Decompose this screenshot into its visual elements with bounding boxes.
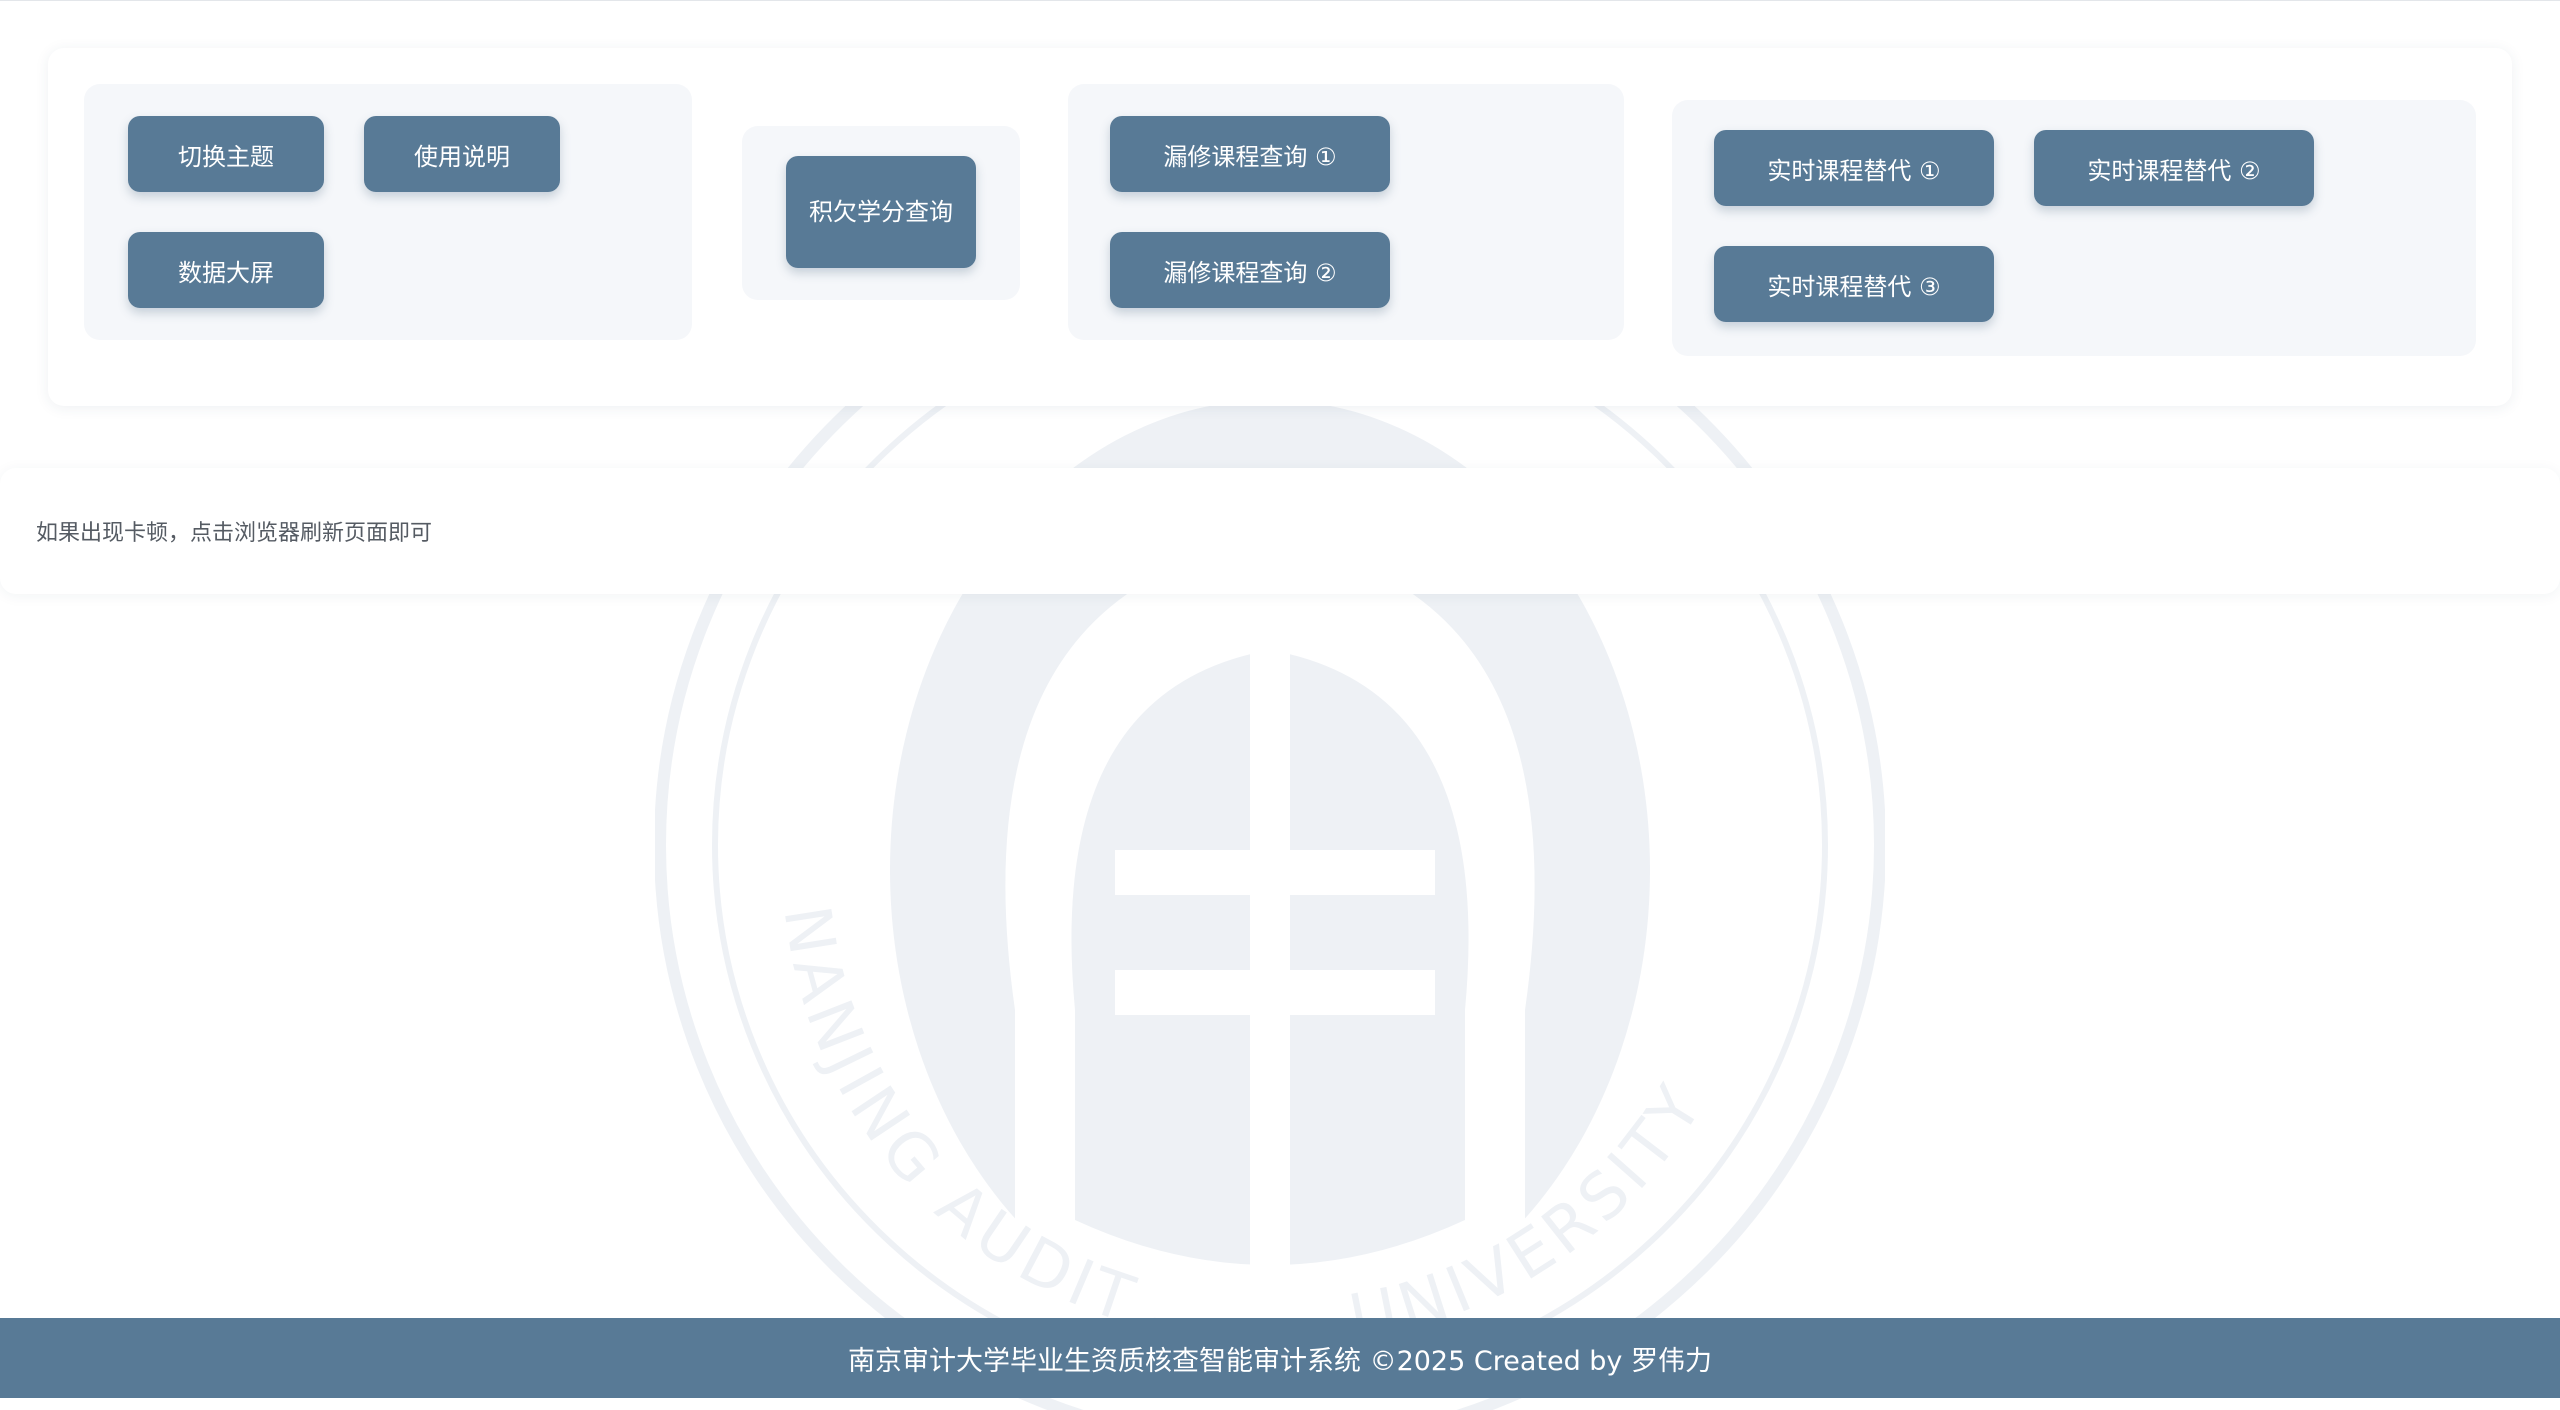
credit-arrears-query-button[interactable]: 积欠学分查询 bbox=[786, 156, 976, 268]
button-group-credits: 积欠学分查询 bbox=[742, 126, 1020, 300]
button-group-course-replacement: 实时课程替代 ① 实时课程替代 ② 实时课程替代 ③ bbox=[1672, 100, 2476, 356]
button-group-missed-courses: 漏修课程查询 ① 漏修课程查询 ② bbox=[1068, 84, 1624, 340]
university-seal-icon: NANJING AUDIT 1983 UNIVERSITY bbox=[655, 290, 1885, 1410]
toolbar-panel: 切换主题 使用说明 数据大屏 积欠学分查询 漏修课程查询 ① 漏修课程查询 ② … bbox=[48, 48, 2512, 406]
top-divider bbox=[0, 0, 2560, 1]
switch-theme-button[interactable]: 切换主题 bbox=[128, 116, 324, 192]
course-replacement-3-button[interactable]: 实时课程替代 ③ bbox=[1714, 246, 1994, 322]
missed-course-query-2-button[interactable]: 漏修课程查询 ② bbox=[1110, 232, 1390, 308]
lag-refresh-hint: 如果出现卡顿，点击浏览器刷新页面即可 bbox=[36, 521, 433, 546]
missed-course-query-1-button[interactable]: 漏修课程查询 ① bbox=[1110, 116, 1390, 192]
user-manual-button[interactable]: 使用说明 bbox=[364, 116, 560, 192]
course-replacement-2-button[interactable]: 实时课程替代 ② bbox=[2034, 130, 2314, 206]
notice-panel: 如果出现卡顿，点击浏览器刷新页面即可 bbox=[0, 468, 2560, 594]
button-group-general: 切换主题 使用说明 数据大屏 bbox=[84, 84, 692, 340]
data-dashboard-button[interactable]: 数据大屏 bbox=[128, 232, 324, 308]
page-footer: 南京审计大学毕业生资质核查智能审计系统 ©2025 Created by 罗伟力 bbox=[0, 1318, 2560, 1398]
course-replacement-1-button[interactable]: 实时课程替代 ① bbox=[1714, 130, 1994, 206]
footer-copyright: 南京审计大学毕业生资质核查智能审计系统 ©2025 Created by 罗伟力 bbox=[847, 1345, 1712, 1377]
